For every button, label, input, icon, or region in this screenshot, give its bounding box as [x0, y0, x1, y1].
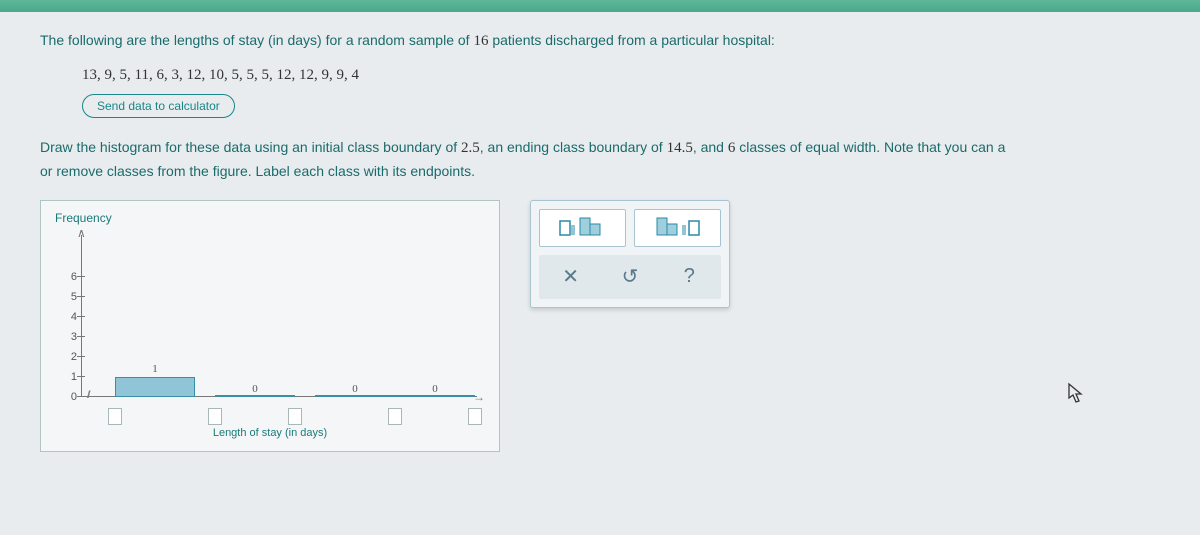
histogram-panel[interactable]: Frequency ∧ → 0 1 2 3 4 5 6: [40, 200, 500, 452]
y-tick-2: 2: [63, 351, 77, 363]
bar-label-2: 0: [215, 383, 295, 395]
work-area: Frequency ∧ → 0 1 2 3 4 5 6: [40, 200, 1170, 452]
intro-text-a: The following are the lengths of stay (i…: [40, 32, 473, 48]
app-header-bar: [0, 0, 1200, 12]
x-boundary-input-3[interactable]: [388, 408, 402, 425]
reset-button[interactable]: ↺: [604, 261, 655, 293]
x-boundary-input-4[interactable]: [468, 408, 482, 425]
y-tick-1: 1: [63, 371, 77, 383]
y-tick-0: 0: [63, 391, 77, 403]
sample-size: 16: [473, 33, 488, 49]
x-boundary-input-2[interactable]: [288, 408, 302, 425]
histogram-bar-1[interactable]: [115, 377, 195, 397]
histogram-bar-2[interactable]: [215, 395, 295, 397]
help-button[interactable]: ?: [664, 261, 715, 293]
add-bar-left-icon: [558, 215, 608, 241]
y-tick-6: 6: [63, 271, 77, 283]
undo-icon: ↺: [622, 264, 639, 289]
bar-label-3: 0: [315, 383, 395, 395]
chart-body[interactable]: ∧ → 0 1 2 3 4 5 6 //: [55, 229, 485, 439]
bar-label-4: 0: [395, 383, 475, 395]
help-icon: ?: [684, 265, 695, 288]
histogram-bar-4[interactable]: [395, 395, 475, 397]
mode-row: [539, 209, 721, 247]
send-data-button[interactable]: Send data to calculator: [82, 94, 235, 118]
question-content: The following are the lengths of stay (i…: [0, 12, 1200, 535]
y-tick-3: 3: [63, 331, 77, 343]
chart-title: Frequency: [55, 211, 485, 225]
bar-label-1: 1: [115, 363, 195, 375]
close-icon: ✕: [562, 264, 579, 289]
instruction-text: Draw the histogram for these data using …: [40, 136, 1170, 182]
x-axis-label: Length of stay (in days): [55, 427, 485, 439]
clear-button[interactable]: ✕: [545, 261, 596, 293]
x-boundary-input-1[interactable]: [208, 408, 222, 425]
axis-break-icon: //: [87, 390, 89, 401]
tool-panel: ✕ ↺ ?: [530, 200, 730, 308]
add-bar-right-button[interactable]: [634, 209, 721, 247]
histogram-bar-3[interactable]: [315, 395, 395, 397]
action-row: ✕ ↺ ?: [539, 255, 721, 299]
add-bar-right-icon: [653, 215, 703, 241]
intro-text-b: patients discharged from a particular ho…: [488, 32, 774, 48]
question-intro: The following are the lengths of stay (i…: [40, 30, 1170, 53]
y-tick-4: 4: [63, 311, 77, 323]
y-tick-5: 5: [63, 291, 77, 303]
x-boundary-input-0[interactable]: [108, 408, 122, 425]
add-bar-left-button[interactable]: [539, 209, 626, 247]
data-values: 13, 9, 5, 11, 6, 3, 12, 10, 5, 5, 5, 12,…: [82, 67, 1170, 84]
